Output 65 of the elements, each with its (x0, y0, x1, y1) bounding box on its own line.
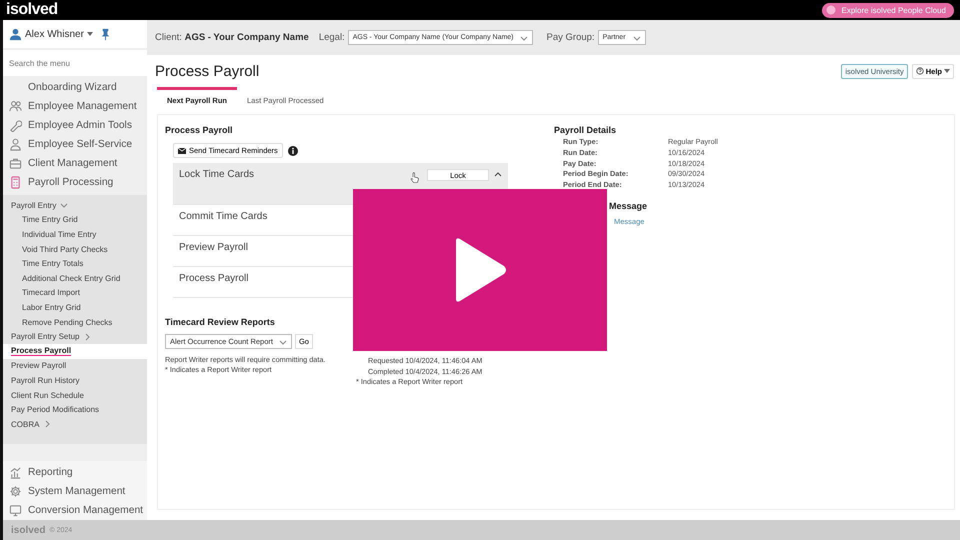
person-icon (9, 138, 22, 151)
gear-icon (9, 485, 22, 498)
logo: isolved (6, 1, 58, 19)
caret-icon (944, 69, 950, 73)
nav-item[interactable]: Client Management (3, 154, 147, 173)
submenu-item[interactable]: Payroll Entry Setup (3, 329, 147, 344)
footer-logo: isolved (11, 524, 46, 536)
section-heading: Process Payroll (165, 125, 234, 135)
client-name: Client: AGS - Your Company Name (155, 32, 309, 43)
info-icon[interactable] (288, 146, 298, 156)
submenu-item[interactable]: Process Payroll (3, 344, 147, 359)
nav-item[interactable]: Reporting (3, 463, 147, 482)
help-icon (916, 67, 924, 75)
wrench-icon (9, 119, 22, 132)
submenu-item[interactable]: Time Entry Totals (3, 256, 147, 271)
submenu-item[interactable]: Time Entry Grid (3, 212, 147, 228)
briefcase-icon (9, 157, 22, 170)
step-title[interactable]: Process Payroll (179, 273, 248, 284)
submenu-item[interactable]: Pay Period Modifications (3, 402, 147, 417)
play-button[interactable] (353, 189, 607, 351)
chevron-icon (43, 420, 52, 428)
search-field[interactable]: Search the menu (3, 50, 147, 76)
submenu-item[interactable]: Client Run Schedule (3, 388, 147, 402)
calculator-icon (9, 176, 22, 189)
monitor-icon (9, 504, 22, 517)
step-title[interactable]: Lock Time Cards (179, 169, 254, 180)
submenu-item[interactable]: Additional Check Entry Grid (3, 270, 147, 286)
collapse-icon[interactable] (494, 171, 502, 179)
chevron-icon (632, 34, 641, 42)
nav-item[interactable]: Onboarding Wizard (3, 78, 147, 97)
user-menu[interactable]: Alex Whisner (25, 28, 93, 40)
chevron-icon (520, 34, 528, 42)
nav-item[interactable]: Employee Self-Service (3, 135, 147, 154)
submenu-item[interactable]: Individual Time Entry (3, 227, 147, 242)
people-icon (9, 100, 22, 113)
section-heading: Timecard Review Reports (165, 317, 275, 327)
section-heading: Message (609, 200, 648, 211)
submenu-item[interactable]: Preview Payroll (3, 358, 147, 374)
submenu-item[interactable]: Payroll Entry (3, 198, 147, 213)
nav-item[interactable]: System Management (3, 482, 147, 501)
submenu-item[interactable]: COBRA (3, 416, 147, 432)
section-heading: Payroll Details (554, 125, 618, 135)
nav-item[interactable]: Employee Management (3, 97, 147, 116)
submenu-item[interactable]: Labor Entry Grid (3, 300, 147, 315)
user-icon (9, 28, 22, 40)
nav-item[interactable]: Payroll Processing (3, 173, 147, 192)
nav-item[interactable]: Employee Admin Tools (3, 116, 147, 135)
step-title[interactable]: Preview Payroll (179, 242, 248, 253)
submenu-item[interactable]: Timecard Import (3, 286, 147, 300)
page-title: Process Payroll (155, 62, 260, 80)
chevron-icon (60, 201, 68, 210)
mail-icon (178, 148, 186, 154)
submenu-item[interactable]: Payroll Run History (3, 373, 147, 388)
hand-cursor-icon (410, 172, 419, 183)
caret-icon (86, 32, 93, 36)
nav-item[interactable]: Conversion Management (3, 501, 147, 520)
pay-group-label: Pay Group: (546, 32, 595, 43)
legal-label: Legal: (318, 32, 345, 43)
submenu-item[interactable]: Remove Pending Checks (3, 314, 147, 330)
chevron-icon (278, 338, 287, 346)
cloud-badge-icon (826, 5, 836, 15)
chevron-icon (83, 332, 92, 341)
submenu-item[interactable]: Void Third Party Checks (3, 242, 147, 256)
step-title[interactable]: Commit Time Cards (179, 211, 268, 222)
chart-icon (9, 466, 22, 479)
